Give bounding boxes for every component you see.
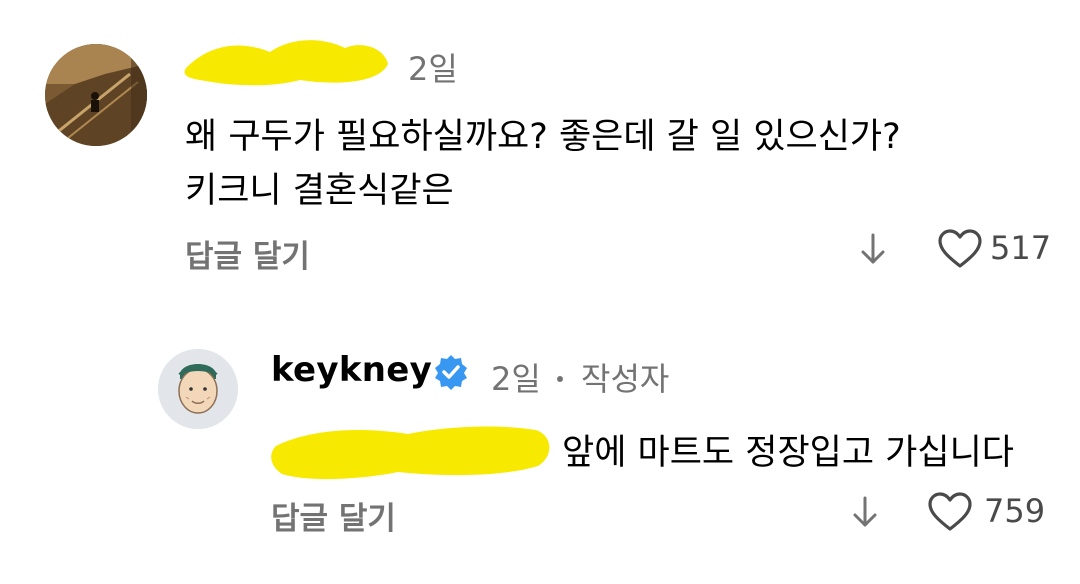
heart-outline-icon[interactable]: [937, 229, 983, 273]
verified-badge-icon: [432, 353, 470, 395]
commenter-avatar[interactable]: [45, 44, 147, 146]
author-avatar[interactable]: [158, 349, 238, 429]
like-count: 759: [984, 492, 1046, 530]
redacted-mention: [271, 426, 550, 480]
author-username[interactable]: keykney: [271, 350, 432, 390]
reply-text: 앞에 마트도 정장입고 가십니다: [562, 433, 1014, 473]
author-badge: 작성자: [581, 360, 670, 398]
redacted-username: [184, 40, 388, 86]
separator-dot: [557, 376, 563, 382]
comment-time: 2일: [408, 50, 458, 88]
staircase-photo: [45, 44, 147, 146]
like-count: 517: [990, 229, 1052, 267]
comment-2-reply: keykney 2일 작성자 앞에 마트도 정장입고 가십니다 답글 달기 75…: [0, 300, 1080, 584]
comment-text-line-1: 왜 구두가 필요하실까요? 좋은데 갈 일 있으신가?: [185, 117, 901, 157]
reply-button[interactable]: 답글 달기: [271, 493, 396, 538]
reply-button[interactable]: 답글 달기: [185, 231, 310, 276]
arrow-down-icon[interactable]: [850, 495, 880, 533]
reply-time: 2일: [491, 360, 541, 398]
comment-1: 2일 왜 구두가 필요하실까요? 좋은데 갈 일 있으신가? 키크니 결혼식같은…: [0, 0, 1080, 300]
comment-text-line-2: 키크니 결혼식같은: [185, 171, 454, 211]
cartoon-face: [158, 349, 238, 429]
arrow-down-icon[interactable]: [858, 232, 888, 270]
heart-outline-icon[interactable]: [927, 492, 973, 536]
